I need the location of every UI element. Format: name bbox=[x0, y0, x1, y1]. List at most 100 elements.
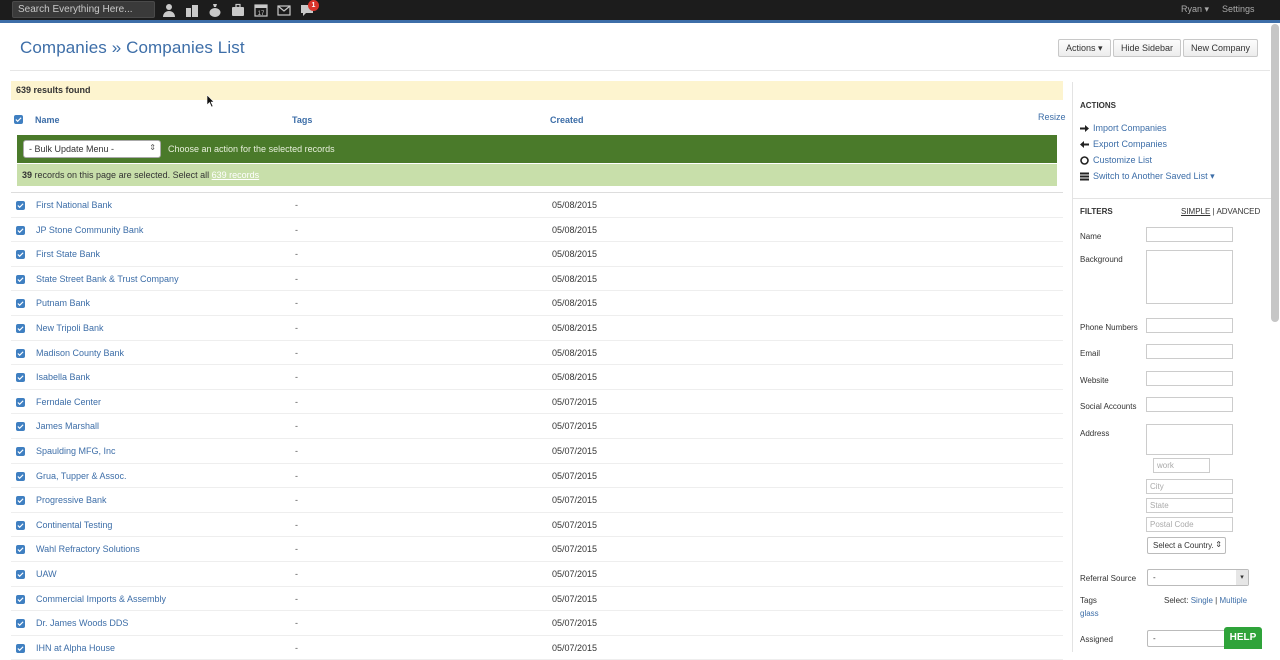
row-checkbox[interactable] bbox=[16, 619, 25, 629]
tags-mode-single[interactable]: Single bbox=[1191, 596, 1213, 605]
user-menu[interactable]: Ryan ▾ bbox=[1181, 4, 1209, 15]
row-checkbox[interactable] bbox=[16, 201, 25, 210]
table-row[interactable]: Continental Testing - 05/07/2015 bbox=[11, 512, 1063, 538]
table-row[interactable]: Wahl Refractory Solutions - 05/07/2015 bbox=[11, 537, 1063, 562]
column-header-created[interactable]: Created bbox=[550, 115, 584, 125]
table-row[interactable]: Putnam Bank - 05/08/2015 bbox=[11, 291, 1063, 316]
filter-postal-input[interactable]: Postal Code bbox=[1146, 517, 1233, 532]
table-row[interactable]: Grua, Tupper & Assoc. - 05/07/2015 bbox=[11, 463, 1063, 489]
table-row[interactable]: State Street Bank & Trust Company - 05/08/… bbox=[11, 266, 1063, 292]
company-name-link[interactable]: Madison County Bank bbox=[36, 348, 124, 358]
actions-button[interactable]: Actions ▾ bbox=[1058, 39, 1111, 57]
row-checkbox[interactable] bbox=[16, 520, 25, 530]
row-checkbox[interactable] bbox=[16, 397, 25, 407]
table-row[interactable]: Commercial Imports & Assembly - 05/07/2015 bbox=[11, 587, 1063, 612]
filter-mode-simple[interactable]: SIMPLE bbox=[1181, 207, 1210, 216]
row-checkbox[interactable] bbox=[16, 225, 25, 235]
row-checkbox[interactable] bbox=[16, 250, 25, 260]
buildings-icon[interactable] bbox=[184, 2, 200, 18]
table-row[interactable]: New Tripoli Bank - 05/08/2015 bbox=[11, 316, 1063, 341]
select-all-checkbox[interactable] bbox=[14, 115, 23, 124]
calendar-icon[interactable]: 17 bbox=[253, 2, 269, 18]
hide-sidebar-button[interactable]: Hide Sidebar bbox=[1113, 39, 1182, 57]
table-row[interactable]: First State Bank - 05/08/2015 bbox=[11, 242, 1063, 267]
company-name-link[interactable]: Progressive Bank bbox=[36, 495, 107, 505]
chat-icon[interactable]: 1 bbox=[299, 0, 319, 18]
filter-email-input[interactable] bbox=[1146, 344, 1233, 359]
row-checkbox[interactable] bbox=[16, 348, 25, 358]
help-button[interactable]: HELP bbox=[1224, 627, 1262, 649]
company-name-link[interactable]: Isabella Bank bbox=[36, 372, 90, 382]
column-header-tags[interactable]: Tags bbox=[292, 115, 312, 125]
filter-address-type-input[interactable]: work bbox=[1153, 458, 1210, 473]
select-all-records-link[interactable]: 639 records bbox=[212, 170, 260, 180]
table-row[interactable]: James Marshall - 05/07/2015 bbox=[11, 414, 1063, 439]
tags-mode-multiple[interactable]: Multiple bbox=[1219, 596, 1247, 605]
row-checkbox[interactable] bbox=[16, 570, 25, 579]
company-name-link[interactable]: Spaulding MFG, Inc bbox=[36, 446, 116, 456]
company-name-link[interactable]: Grua, Tupper & Assoc. bbox=[36, 471, 127, 481]
filter-phone-input[interactable] bbox=[1146, 318, 1233, 333]
tag-value[interactable]: glass bbox=[1080, 609, 1099, 618]
switch-saved-list-link[interactable]: Switch to Another Saved List ▾ bbox=[1080, 171, 1215, 182]
row-checkbox[interactable] bbox=[16, 373, 25, 383]
company-name-link[interactable]: JP Stone Community Bank bbox=[36, 225, 143, 235]
filter-website-input[interactable] bbox=[1146, 371, 1233, 386]
table-row[interactable]: JP Stone Community Bank - 05/08/2015 bbox=[11, 217, 1063, 243]
filter-assigned-select[interactable]: - bbox=[1147, 630, 1227, 647]
company-name-link[interactable]: UAW bbox=[36, 569, 57, 579]
company-name-link[interactable]: Commercial Imports & Assembly bbox=[36, 594, 166, 604]
table-row[interactable]: Spaulding MFG, Inc - 05/07/2015 bbox=[11, 439, 1063, 464]
row-checkbox[interactable] bbox=[16, 324, 25, 333]
company-name-link[interactable]: Putnam Bank bbox=[36, 298, 90, 308]
company-name-link[interactable]: State Street Bank & Trust Company bbox=[36, 274, 179, 284]
company-name-link[interactable]: Dr. James Woods DDS bbox=[36, 618, 128, 628]
customize-list-link[interactable]: Customize List bbox=[1080, 155, 1152, 165]
row-checkbox[interactable] bbox=[16, 299, 25, 309]
company-name-link[interactable]: IHN at Alpha House bbox=[36, 643, 115, 653]
filter-mode-advanced[interactable]: ADVANCED bbox=[1216, 207, 1260, 216]
resize-link[interactable]: Resize bbox=[1038, 112, 1066, 122]
column-header-name[interactable]: Name bbox=[35, 115, 60, 125]
briefcase-icon[interactable] bbox=[230, 2, 246, 18]
filter-country-select[interactable]: Select a Country. ⇕ bbox=[1147, 537, 1226, 554]
row-checkbox[interactable] bbox=[16, 545, 25, 555]
row-checkbox[interactable] bbox=[16, 274, 25, 284]
filter-referral-select[interactable]: - ▾ bbox=[1147, 569, 1249, 586]
company-name-link[interactable]: New Tripoli Bank bbox=[36, 323, 104, 333]
row-checkbox[interactable] bbox=[16, 643, 25, 653]
new-company-button[interactable]: New Company bbox=[1183, 39, 1259, 57]
table-row[interactable]: Dr. James Woods DDS - 05/07/2015 bbox=[11, 611, 1063, 636]
company-name-link[interactable]: Ferndale Center bbox=[36, 397, 101, 407]
table-row[interactable]: Isabella Bank - 05/08/2015 bbox=[11, 365, 1063, 390]
page-scrollbar[interactable] bbox=[1271, 24, 1279, 322]
row-checkbox[interactable] bbox=[16, 471, 25, 481]
export-companies-link[interactable]: Export Companies bbox=[1080, 139, 1167, 149]
mail-icon[interactable] bbox=[276, 2, 292, 18]
filter-city-input[interactable]: City bbox=[1146, 479, 1233, 494]
row-checkbox[interactable] bbox=[16, 447, 25, 456]
table-row[interactable]: First National Bank - 05/08/2015 bbox=[11, 193, 1063, 218]
company-name-link[interactable]: James Marshall bbox=[36, 421, 99, 431]
import-companies-link[interactable]: Import Companies bbox=[1080, 123, 1167, 133]
row-checkbox[interactable] bbox=[16, 594, 25, 604]
company-name-link[interactable]: First State Bank bbox=[36, 249, 100, 259]
filter-social-input[interactable] bbox=[1146, 397, 1233, 412]
table-row[interactable]: Progressive Bank - 05/07/2015 bbox=[11, 488, 1063, 513]
global-search-input[interactable] bbox=[12, 1, 155, 18]
person-icon[interactable] bbox=[161, 2, 177, 18]
settings-link[interactable]: Settings bbox=[1222, 4, 1255, 14]
bulk-update-select[interactable]: - Bulk Update Menu - ⇕ bbox=[23, 140, 161, 158]
company-name-link[interactable]: Continental Testing bbox=[36, 520, 112, 530]
company-name-link[interactable]: Wahl Refractory Solutions bbox=[36, 544, 140, 554]
table-row[interactable]: Madison County Bank - 05/08/2015 bbox=[11, 341, 1063, 366]
filter-state-input[interactable]: State bbox=[1146, 498, 1233, 513]
table-row[interactable]: Ferndale Center - 05/07/2015 bbox=[11, 390, 1063, 415]
row-checkbox[interactable] bbox=[16, 422, 25, 432]
table-row[interactable]: UAW - 05/07/2015 bbox=[11, 562, 1063, 587]
filter-address-textarea[interactable] bbox=[1146, 424, 1233, 455]
filter-name-input[interactable] bbox=[1146, 227, 1233, 242]
row-checkbox[interactable] bbox=[16, 496, 25, 506]
money-bag-icon[interactable] bbox=[207, 2, 223, 18]
table-row[interactable]: IHN at Alpha House - 05/07/2015 bbox=[11, 636, 1063, 660]
